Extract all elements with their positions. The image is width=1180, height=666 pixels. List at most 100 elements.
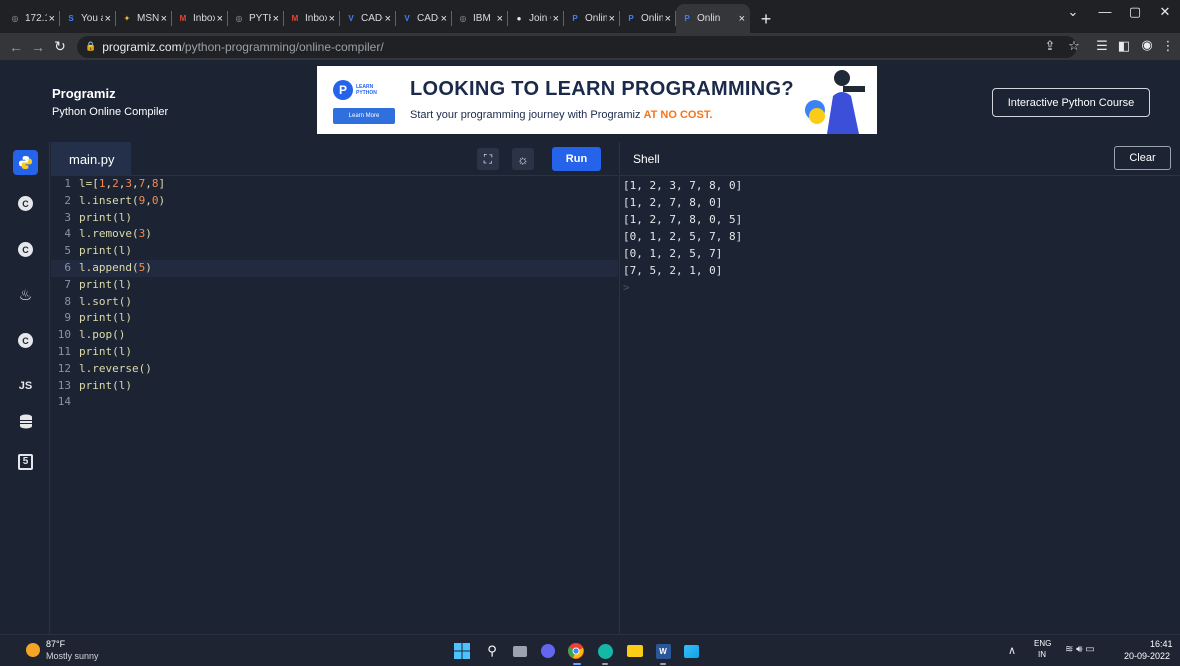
address-bar[interactable]: 🔒 programiz.com/python-programming/onlin…	[77, 35, 1077, 58]
search-button[interactable]: ⚲	[482, 641, 502, 661]
weather-temperature[interactable]: 87°F	[46, 639, 65, 649]
browser-tab[interactable]: M Inbox×	[172, 4, 228, 33]
back-button[interactable]: ←	[5, 39, 27, 55]
code-editor[interactable]: 1 l=[1,2,3,7,8] 2 l.insert(9,0) 3 print(l) 4 l.…	[51, 176, 618, 634]
browser-tab[interactable]: ◎ PYTHO×	[228, 4, 284, 33]
code-line[interactable]: 5 print(l)	[51, 243, 618, 260]
close-icon[interactable]: ×	[273, 13, 279, 25]
reading-list-icon[interactable]: ☰	[1092, 38, 1112, 54]
browser-tab[interactable]: M Inbox×	[284, 4, 340, 33]
sidebar-item-html[interactable]: 5	[13, 449, 38, 474]
close-icon[interactable]: ×	[553, 13, 559, 25]
line-number: 12	[57, 361, 71, 375]
sidebar-item-cpp[interactable]: C	[13, 237, 38, 262]
close-icon[interactable]: ×	[329, 13, 335, 25]
tab-main-py[interactable]: main.py	[51, 142, 131, 176]
code-line[interactable]: 9 print(l)	[51, 310, 618, 327]
forward-button[interactable]: →	[27, 39, 49, 55]
close-icon[interactable]: ×	[665, 13, 671, 25]
photos-taskbar-button[interactable]	[681, 641, 701, 661]
shell-prompt[interactable]: >	[623, 279, 1180, 296]
code-line[interactable]: 7 print(l)	[51, 277, 618, 294]
theme-toggle-button[interactable]: ☼	[512, 148, 534, 170]
input-region[interactable]: IN	[1038, 650, 1046, 659]
code-line[interactable]: 2 l.insert(9,0)	[51, 193, 618, 210]
word-taskbar-button[interactable]: W	[653, 641, 673, 661]
browser-tab[interactable]: V CAD-×	[340, 4, 396, 33]
browser-tab[interactable]: P Onlin ×	[620, 4, 676, 33]
ad-learn-more-button[interactable]: Learn More	[333, 108, 395, 124]
v-app-icon: V	[404, 14, 410, 23]
browser-tab[interactable]: ◎ 172.16×	[4, 4, 60, 33]
sidebar-item-java[interactable]: ♨	[13, 282, 38, 307]
code-line[interactable]: 11 print(l)	[51, 344, 618, 361]
code-line[interactable]: 12 l.reverse()	[51, 361, 618, 378]
share-icon[interactable]: ⇪	[1040, 38, 1060, 54]
line-number: 14	[57, 395, 71, 409]
browser-tab[interactable]: ◎ IBM ×	[452, 4, 508, 33]
restore-button[interactable]: ▢	[1120, 4, 1150, 20]
sidebar-item-python[interactable]	[13, 150, 38, 175]
sidebar-item-c[interactable]: C	[13, 191, 38, 216]
code-token: print(l)	[79, 277, 132, 291]
sidebar-item-csharp[interactable]: C	[13, 328, 38, 353]
interactive-python-course-button[interactable]: Interactive Python Course	[992, 88, 1150, 117]
close-icon[interactable]: ×	[385, 13, 391, 25]
browser-tab[interactable]: V CAD-×	[396, 4, 452, 33]
chat-button[interactable]	[538, 641, 558, 661]
browser-tab[interactable]: P Onlin ×	[564, 4, 620, 33]
code-token: l.sort()	[79, 294, 132, 308]
close-icon[interactable]: ×	[161, 13, 167, 25]
close-window-button[interactable]: ✕	[1150, 4, 1180, 20]
browser-tab[interactable]: ● Join G×	[508, 4, 564, 33]
weather-sun-icon[interactable]	[26, 643, 40, 657]
file-explorer-button[interactable]	[625, 641, 645, 661]
start-button[interactable]	[452, 641, 472, 661]
bookmark-star-icon[interactable]: ☆	[1064, 38, 1084, 54]
close-icon[interactable]: ×	[105, 13, 111, 25]
kebab-menu-icon[interactable]: ⋮	[1158, 38, 1178, 54]
code-line[interactable]: 6 l.append(5)	[51, 259, 618, 277]
code-line[interactable]: 4 l.remove(3)	[51, 226, 618, 243]
clear-button[interactable]: Clear	[1114, 146, 1171, 170]
ad-banner[interactable]: P LEARN PYTHON Learn More LOOKING TO LEAR…	[317, 66, 877, 134]
side-panel-icon[interactable]: ◧	[1114, 38, 1134, 54]
input-language[interactable]: ENG	[1034, 639, 1051, 648]
code-line[interactable]: 13 print(l)	[51, 378, 618, 395]
sidebar-item-sql[interactable]	[13, 409, 38, 434]
code-line[interactable]: 10 l.pop()	[51, 327, 618, 344]
reload-button[interactable]: ↻	[49, 38, 71, 55]
tab-title: IBM	[473, 13, 491, 24]
chrome-taskbar-button[interactable]	[566, 641, 586, 661]
clock-date[interactable]: 20-09-2022	[1124, 651, 1170, 661]
network-volume-battery-icons[interactable]: ≋ 🔊︎ ▭	[1065, 644, 1095, 655]
browser-tab[interactable]: S You ar×	[60, 4, 116, 33]
url-path: /python-programming/online-compiler/	[181, 39, 384, 54]
code-line[interactable]: 14	[51, 394, 618, 411]
profile-avatar-icon[interactable]: ◉	[1137, 37, 1157, 53]
browser-tab[interactable]: P Onlin ×	[676, 4, 750, 33]
new-tab-button[interactable]: +	[754, 5, 778, 33]
minimize-button[interactable]: —	[1090, 4, 1120, 19]
edge-taskbar-button[interactable]	[595, 641, 615, 661]
weather-description[interactable]: Mostly sunny	[46, 651, 99, 661]
task-view-button[interactable]	[510, 641, 530, 661]
close-icon[interactable]: ×	[49, 13, 55, 25]
run-button[interactable]: Run	[552, 147, 601, 171]
browser-tab[interactable]: ✦ MSN ×	[116, 4, 172, 33]
fullscreen-button[interactable]: ⛶	[477, 148, 499, 170]
close-icon[interactable]: ×	[217, 13, 223, 25]
tray-chevron-up-icon[interactable]: ∧	[1008, 644, 1016, 657]
close-icon[interactable]: ×	[739, 13, 745, 25]
sidebar-item-javascript[interactable]: JS	[13, 373, 38, 398]
chevron-down-icon[interactable]: ⌄	[1058, 4, 1088, 20]
shell-output[interactable]: [1, 2, 3, 7, 8, 0] [1, 2, 7, 8, 0] [1, 2, …	[619, 176, 1180, 634]
clock-time[interactable]: 16:41	[1150, 639, 1173, 649]
close-icon[interactable]: ×	[497, 13, 503, 25]
close-icon[interactable]: ×	[441, 13, 447, 25]
code-line[interactable]: 3 print(l)	[51, 210, 618, 227]
code-line[interactable]: 1 l=[1,2,3,7,8]	[51, 176, 618, 193]
close-icon[interactable]: ×	[609, 13, 615, 25]
programiz-logo[interactable]: Programiz	[52, 86, 116, 101]
code-line[interactable]: 8 l.sort()	[51, 294, 618, 311]
